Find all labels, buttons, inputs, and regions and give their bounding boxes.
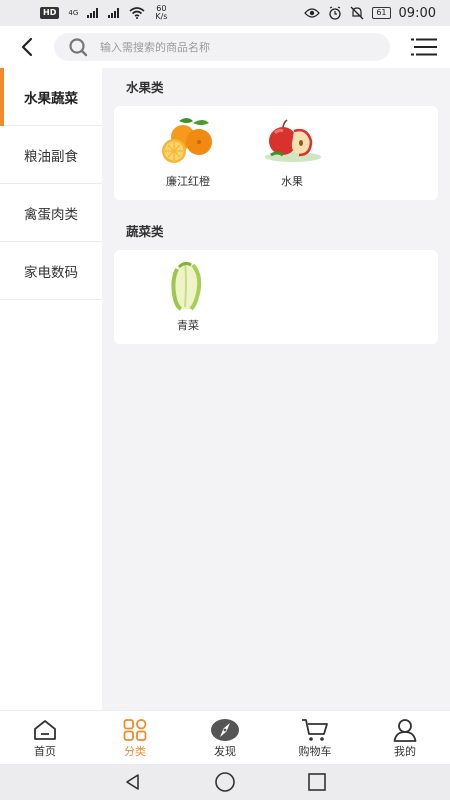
goods-item-greens[interactable]: 青菜 — [136, 250, 240, 344]
compass-icon — [210, 717, 240, 743]
sidebar-item-appliances-digital[interactable]: 家电数码 — [0, 242, 102, 300]
status-left: HD 4G 60 K/s — [40, 5, 167, 21]
back-button[interactable] — [0, 26, 54, 68]
tab-profile[interactable]: 我的 — [360, 711, 450, 764]
menu-button[interactable] — [398, 26, 450, 68]
wifi-icon — [129, 7, 145, 19]
user-icon — [393, 717, 417, 743]
status-bar: HD 4G 60 K/s 61 09:00 — [0, 0, 450, 26]
tab-label: 分类 — [124, 744, 146, 758]
square-recents-icon — [308, 773, 326, 791]
clock: 09:00 — [398, 5, 436, 21]
battery-indicator: 61 — [372, 7, 391, 19]
section-title-fruits: 水果类 — [126, 80, 164, 95]
section-card-fruits: 廉江红橙 水果 — [114, 106, 438, 200]
status-right: 61 09:00 — [304, 6, 436, 21]
goods-name: 廉江红橙 — [166, 175, 210, 188]
tab-category[interactable]: 分类 — [90, 711, 180, 764]
tab-label: 发现 — [214, 744, 236, 758]
sidebar-item-label: 水果蔬菜 — [24, 90, 78, 107]
system-navbar — [0, 764, 450, 800]
goods-item-fruit[interactable]: 水果 — [240, 106, 344, 200]
signal-icon — [87, 8, 99, 18]
section-title-vegetables: 蔬菜类 — [126, 224, 164, 239]
triangle-back-icon — [126, 774, 139, 790]
sidebar-item-label: 禽蛋肉类 — [24, 206, 78, 223]
bottom-tabbar: 首页 分类 发现 购物车 我的 — [0, 710, 450, 764]
net-speed: 60 K/s — [155, 5, 167, 21]
sidebar-item-poultry-eggs-meat[interactable]: 禽蛋肉类 — [0, 184, 102, 242]
cabbage-image — [157, 259, 219, 311]
circle-home-icon — [215, 772, 235, 792]
search-bar[interactable] — [54, 33, 390, 61]
mute-bell-icon — [350, 6, 364, 20]
cart-icon — [301, 717, 329, 743]
apple-image — [261, 115, 323, 167]
tab-cart[interactable]: 购物车 — [270, 711, 360, 764]
sidebar-item-fruits-vegetables[interactable]: 水果蔬菜 — [0, 68, 102, 126]
category-grid-icon — [123, 717, 147, 743]
list-menu-icon — [411, 38, 437, 56]
alarm-icon — [329, 6, 341, 20]
tab-label: 我的 — [394, 744, 416, 758]
nav-back-button[interactable] — [121, 770, 145, 794]
chevron-left-icon — [21, 37, 33, 57]
goods-item-lianjiang-orange[interactable]: 廉江红橙 — [136, 106, 240, 200]
search-input[interactable] — [100, 40, 360, 54]
search-icon — [69, 38, 88, 57]
tab-label: 首页 — [34, 744, 56, 758]
nav-home-button[interactable] — [213, 770, 237, 794]
tab-home[interactable]: 首页 — [0, 711, 90, 764]
search-header — [0, 26, 450, 68]
network-type: 4G — [68, 9, 79, 17]
net-speed-unit: K/s — [155, 12, 168, 21]
goods-name: 水果 — [281, 175, 303, 188]
category-content: 水果类 廉江红橙 水果 蔬菜类 青菜 — [102, 68, 450, 620]
section-card-vegetables: 青菜 — [114, 250, 438, 344]
sidebar-item-grain-oil[interactable]: 粮油副食 — [0, 126, 102, 184]
sidebar-item-label: 家电数码 — [24, 264, 78, 281]
orange-image — [157, 115, 219, 167]
eye-icon — [304, 8, 321, 18]
tab-discover[interactable]: 发现 — [180, 711, 270, 764]
hd-badge: HD — [40, 7, 60, 19]
goods-name: 青菜 — [177, 319, 199, 332]
tab-label: 购物车 — [298, 744, 332, 758]
nav-recents-button[interactable] — [305, 770, 329, 794]
category-sidebar: 水果蔬菜 粮油副食 禽蛋肉类 家电数码 — [0, 68, 102, 710]
home-icon — [33, 717, 57, 743]
sidebar-item-label: 粮油副食 — [24, 148, 78, 165]
signal-secondary-icon — [108, 8, 120, 18]
